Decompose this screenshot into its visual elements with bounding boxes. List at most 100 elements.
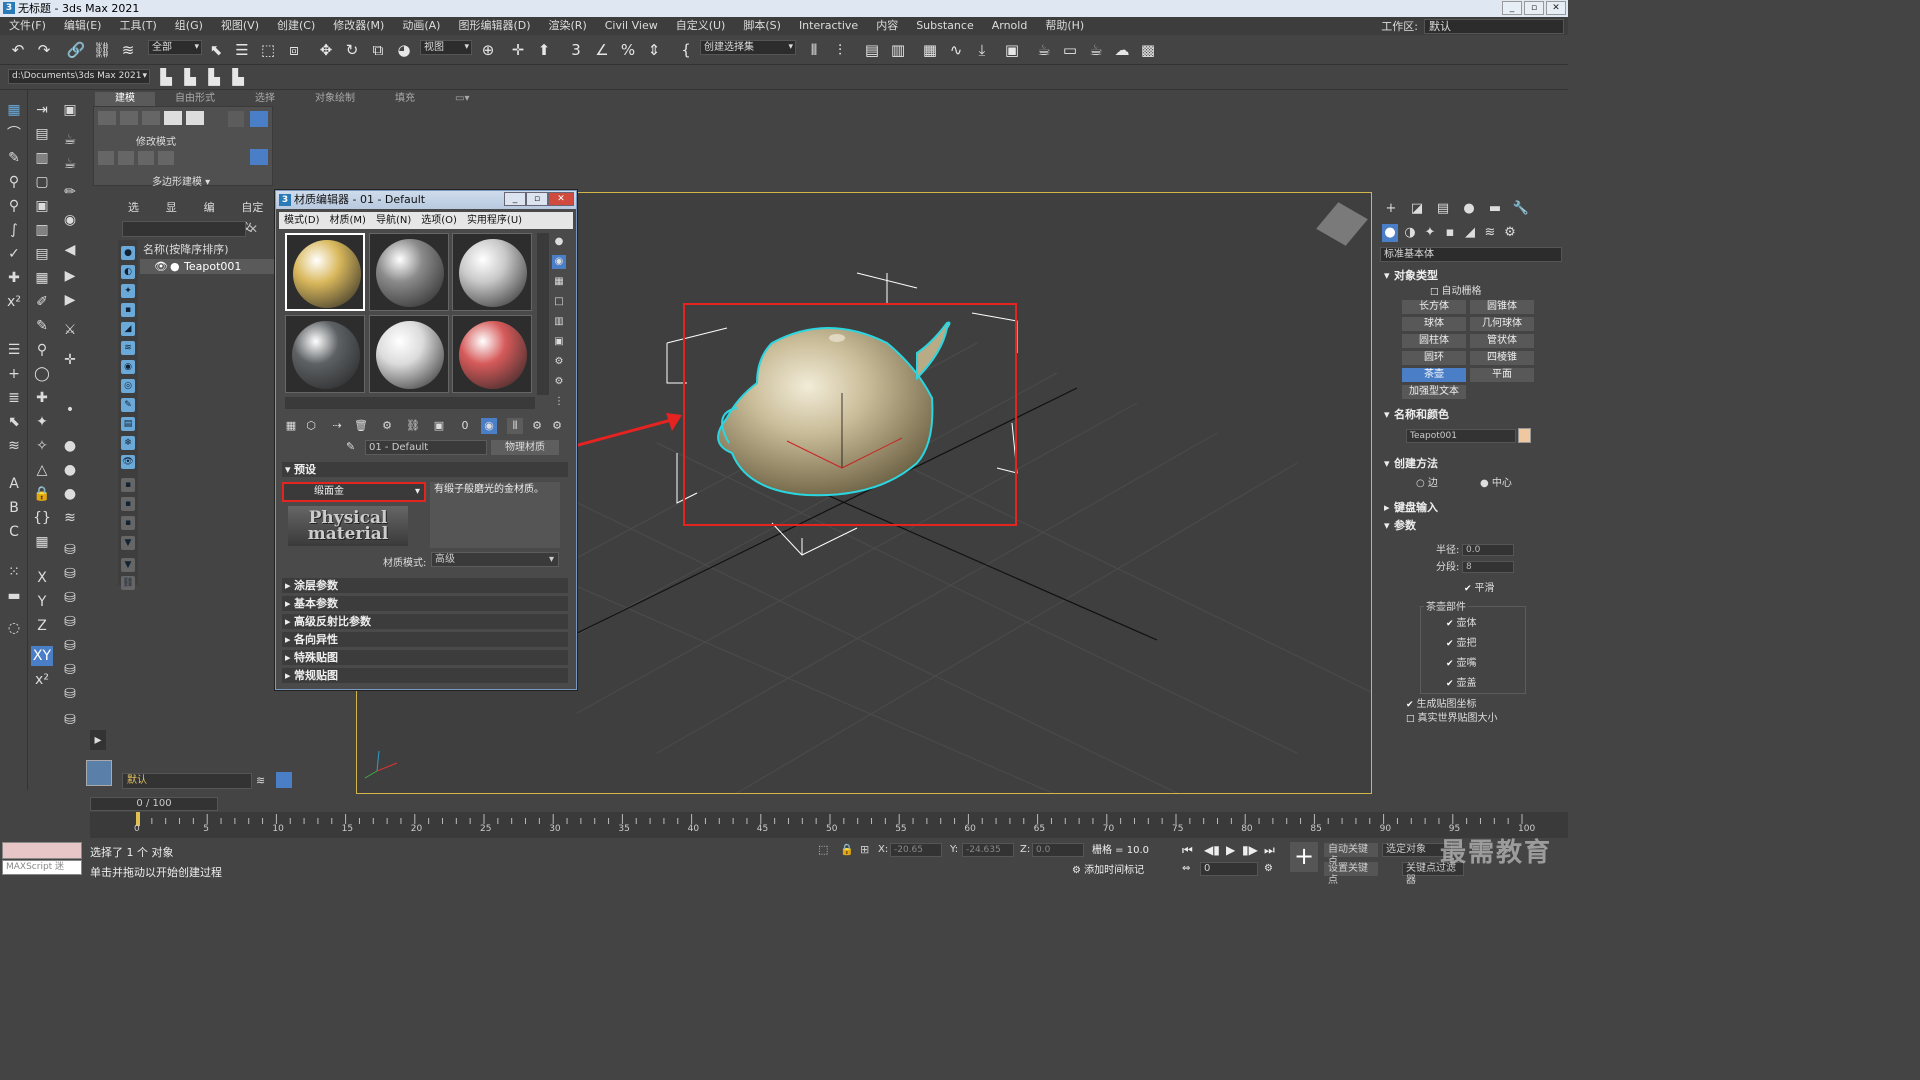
scene-column-header[interactable]: 名称(按降序排序) — [140, 242, 274, 257]
cylinder-button[interactable]: 圆柱体 — [1402, 334, 1466, 348]
bone-icon[interactable]: ✚ — [31, 388, 53, 408]
goto-start-icon[interactable]: ⏮ — [1182, 843, 1193, 857]
scale-icon[interactable]: ⧉ — [368, 40, 388, 60]
ribbon-tab-object-paint[interactable]: 对象绘制 — [295, 92, 375, 106]
spline-icon[interactable]: ∫ — [3, 220, 25, 240]
circle-2-icon[interactable]: ● — [59, 460, 81, 480]
text-a-icon[interactable]: A — [3, 474, 25, 494]
hierarchy-icon[interactable]: ▤ — [31, 124, 53, 144]
cylinder-4-icon[interactable]: ⛁ — [59, 612, 81, 632]
video-color-icon[interactable]: ▥ — [552, 315, 566, 329]
filter-geometry-icon[interactable]: ● — [121, 246, 135, 260]
render-production-icon[interactable]: ☕ — [1086, 40, 1106, 60]
sphere-button[interactable]: 球体 — [1402, 317, 1466, 331]
ruler-icon[interactable]: ▬ — [3, 586, 25, 606]
rollout-generic-maps[interactable]: 常规贴图 — [282, 668, 568, 683]
helper-icon[interactable]: ✦ — [31, 412, 53, 432]
utilities-tab-icon[interactable]: 🔧 — [1512, 200, 1530, 218]
se-tab-display[interactable]: 显示 — [156, 198, 194, 234]
rollout-coating[interactable]: 涂层参数 — [282, 578, 568, 593]
se-tab-edit[interactable]: 编辑 — [194, 198, 232, 234]
filter-frozen-icon[interactable]: ❄ — [121, 436, 135, 450]
cylinder-icon[interactable]: ⛁ — [59, 540, 81, 560]
axis-xform-icon[interactable]: x² — [31, 670, 53, 690]
snaps-toggle-icon[interactable]: 3 — [566, 40, 586, 60]
systems-category-icon[interactable]: ⚙ — [1502, 224, 1518, 242]
filter-spacewarps-icon[interactable]: ≋ — [121, 341, 135, 355]
render-dot-icon[interactable]: ● — [170, 259, 180, 274]
backlight-icon[interactable]: ◉ — [552, 255, 566, 269]
lock-icon[interactable]: 🔒 — [31, 484, 53, 504]
filter-lights-icon[interactable]: ✦ — [121, 284, 135, 298]
rollout-name-color[interactable]: 名称和颜色 — [1382, 407, 1560, 422]
select-by-material-icon[interactable]: ⚙ — [552, 375, 566, 389]
smooth-checkbox[interactable]: 平滑 — [1464, 582, 1495, 596]
set-key-plus-icon[interactable]: + — [1290, 842, 1318, 872]
element-icon[interactable] — [186, 111, 204, 125]
options-icon[interactable]: ⚙ — [552, 355, 566, 369]
pot-icon[interactable]: ☕ — [59, 154, 81, 174]
axis-y-icon[interactable]: Y — [31, 592, 53, 612]
cylinder-2-icon[interactable]: ⛁ — [59, 564, 81, 584]
me-menu-navigation[interactable]: 导航(N) — [371, 212, 416, 229]
z-coordinate[interactable]: 0.0 — [1032, 843, 1084, 857]
maxscript-mini[interactable]: MAXScript 迷 — [2, 860, 82, 875]
menu-civil-view[interactable]: Civil View — [596, 17, 667, 35]
filter-bones-icon[interactable]: ✎ — [121, 398, 135, 412]
filter-cameras-icon[interactable]: ▪ — [121, 303, 135, 317]
ribbon-tab-freeform[interactable]: 自由形式 — [155, 92, 235, 106]
modify-2-icon[interactable] — [118, 151, 134, 165]
key-mode-icon[interactable]: ⇔ — [1182, 862, 1190, 876]
filter-shapes-icon[interactable]: ◐ — [121, 265, 135, 279]
scene-row-teapot[interactable]: 👁 ● Teapot001 — [140, 259, 274, 274]
render-icon[interactable]: ▣ — [59, 100, 81, 120]
go-sibling-icon[interactable]: ⚙ — [549, 418, 565, 434]
ribbon-tool-c-icon[interactable] — [250, 149, 268, 165]
menu-group[interactable]: 组(G) — [166, 17, 212, 35]
rollout-basic[interactable]: 基本参数 — [282, 596, 568, 611]
sphere-select-icon[interactable]: ◯ — [31, 364, 53, 384]
cone-button[interactable]: 圆锥体 — [1470, 300, 1534, 314]
cylinder-6-icon[interactable]: ⛁ — [59, 660, 81, 680]
shapes-category-icon[interactable]: ◑ — [1402, 224, 1418, 242]
object-color-swatch[interactable] — [1518, 428, 1531, 443]
create-panel-icon[interactable]: ⇥ — [31, 100, 53, 120]
rollout-anisotropy[interactable]: 各向异性 — [282, 632, 568, 647]
project-path-dropdown[interactable]: d:\Documents\3ds Max 2021 — [8, 69, 150, 84]
select-tool-icon[interactable]: ▦ — [3, 100, 25, 120]
menu-file[interactable]: 文件(F) — [0, 17, 55, 35]
modify-3-icon[interactable] — [138, 151, 154, 165]
spacewarps-category-icon[interactable]: ≋ — [1482, 224, 1498, 242]
menu-edit[interactable]: 编辑(E) — [55, 17, 111, 35]
play-button-icon[interactable]: ▶ — [1226, 843, 1235, 857]
percent-snap-icon[interactable]: % — [618, 40, 638, 60]
preset-dropdown[interactable]: 缎面金 — [282, 482, 426, 502]
cylinder-5-icon[interactable]: ⛁ — [59, 636, 81, 656]
gen-mapping-checkbox[interactable]: 生成贴图坐标 — [1406, 698, 1477, 712]
utilities-icon[interactable]: ▣ — [31, 196, 53, 216]
align-icon[interactable]: ⫶ — [830, 40, 850, 60]
show-end-result-icon[interactable]: ⫴ — [507, 418, 523, 434]
scene-explorer-toggle-icon[interactable]: ▤ — [862, 40, 882, 60]
material-slot-4[interactable] — [285, 315, 365, 393]
ribbon-panel-footer[interactable]: 多边形建模 ▾ — [152, 173, 210, 188]
menu-content[interactable]: 内容 — [867, 17, 907, 35]
mirror-icon[interactable]: ⫴ — [804, 40, 824, 60]
text-b-icon[interactable]: B — [3, 498, 25, 518]
redo-icon[interactable]: ↷ — [34, 40, 54, 60]
grab-icon[interactable]: ▥ — [31, 220, 53, 240]
plane-button[interactable]: 平面 — [1470, 368, 1534, 382]
add-time-tag-button[interactable]: ⚙ 添加时间标记 — [1072, 864, 1144, 878]
material-name-dropdown[interactable]: 01 - Default — [365, 440, 487, 455]
modify-tab-icon[interactable]: ◪ — [1408, 200, 1426, 218]
pyramid-button[interactable]: 四棱锥 — [1470, 351, 1534, 365]
filter-funnel-icon[interactable]: ▼ — [121, 536, 135, 550]
x-coordinate[interactable]: -20.65 — [890, 843, 942, 857]
cameras-category-icon[interactable]: ▪ — [1442, 224, 1458, 242]
rollout-parameters[interactable]: 参数 — [1382, 518, 1560, 533]
named-selection-dropdown[interactable]: 创建选择集 — [700, 40, 796, 55]
menu-scripting[interactable]: 脚本(S) — [734, 17, 790, 35]
slots-vscrollbar[interactable] — [537, 233, 549, 395]
search-clear-icon[interactable]: ✕ — [248, 221, 262, 237]
sample-uv-icon[interactable]: □ — [552, 295, 566, 309]
